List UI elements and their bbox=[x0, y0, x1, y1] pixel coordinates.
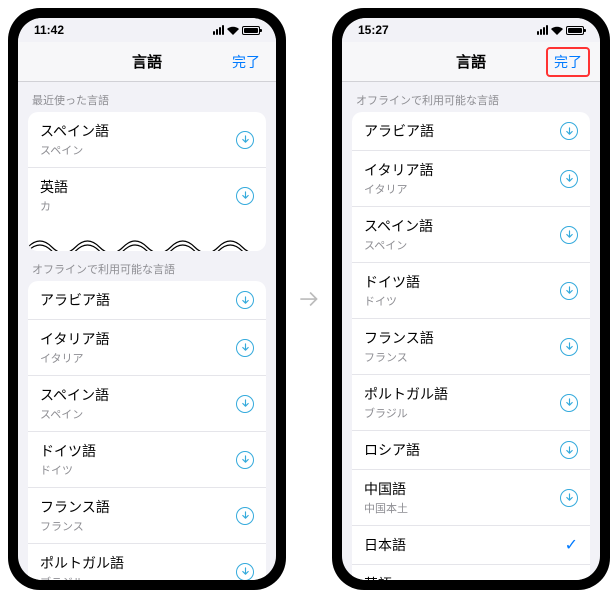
status-bar: 11:42 bbox=[18, 18, 276, 42]
language-sub: フランス bbox=[364, 349, 434, 365]
done-button[interactable]: 完了 bbox=[226, 49, 266, 75]
language-name: ドイツ語 bbox=[364, 272, 420, 292]
language-name: アラビア語 bbox=[364, 121, 434, 141]
language-row[interactable]: スペイン語スペイン bbox=[28, 112, 266, 168]
download-icon[interactable] bbox=[560, 441, 578, 459]
download-icon[interactable] bbox=[560, 226, 578, 244]
language-name: ポルトガル語 bbox=[364, 384, 448, 404]
section-recent-header: 最近使った言語 bbox=[18, 82, 276, 112]
language-row[interactable]: スペイン語スペイン bbox=[28, 376, 266, 432]
download-icon[interactable] bbox=[236, 451, 254, 469]
language-name: スペイン語 bbox=[40, 385, 109, 405]
language-sub: ドイツ bbox=[364, 293, 420, 309]
language-sub: フランス bbox=[40, 518, 110, 534]
signal-icon bbox=[537, 25, 548, 35]
battery-icon bbox=[242, 26, 260, 35]
language-sub: ブラジル bbox=[40, 574, 124, 580]
language-sub: スペイン bbox=[40, 142, 109, 158]
language-row[interactable]: ポルトガル語ブラジル bbox=[28, 544, 266, 580]
download-icon[interactable] bbox=[236, 395, 254, 413]
language-name: アラビア語 bbox=[40, 290, 110, 310]
language-row[interactable]: 日本語 ✓ bbox=[352, 526, 590, 565]
time: 11:42 bbox=[34, 23, 64, 37]
language-row[interactable]: 英語カ bbox=[28, 168, 266, 223]
language-name: イタリア語 bbox=[40, 329, 109, 349]
language-name: ドイツ語 bbox=[40, 441, 96, 461]
download-icon[interactable] bbox=[236, 563, 254, 581]
check-icon: ✓ bbox=[565, 535, 578, 555]
status-bar: 15:27 bbox=[342, 18, 600, 42]
phone-right: 15:27 言語 完了 オフラインで利用可能な言語 アラビア語イタリア語イタリア… bbox=[332, 8, 610, 590]
download-icon[interactable] bbox=[236, 187, 254, 205]
language-sub: ドイツ bbox=[40, 462, 96, 478]
time: 15:27 bbox=[358, 23, 389, 37]
language-name: ポルトガル語 bbox=[40, 553, 124, 573]
transition-arrow-icon bbox=[294, 286, 324, 312]
language-name: フランス語 bbox=[364, 328, 434, 348]
language-sub: 中国本土 bbox=[364, 500, 408, 516]
language-row[interactable]: 英語英国 bbox=[352, 565, 590, 580]
wifi-icon bbox=[227, 26, 239, 35]
language-sub: スペイン bbox=[364, 237, 433, 253]
language-name: 中国語 bbox=[364, 479, 408, 499]
language-name: 日本語 bbox=[364, 535, 406, 555]
download-icon[interactable] bbox=[236, 339, 254, 357]
download-icon[interactable] bbox=[560, 489, 578, 507]
language-name: 英語 bbox=[40, 177, 68, 197]
language-row[interactable]: フランス語フランス bbox=[352, 319, 590, 375]
nav-title: 言語 bbox=[456, 51, 486, 72]
language-row[interactable]: ドイツ語ドイツ bbox=[352, 263, 590, 319]
nav-title: 言語 bbox=[132, 51, 162, 72]
language-row[interactable]: イタリア語イタリア bbox=[28, 320, 266, 376]
download-icon[interactable] bbox=[236, 131, 254, 149]
signal-icon bbox=[213, 25, 224, 35]
download-icon[interactable] bbox=[560, 394, 578, 412]
download-icon[interactable] bbox=[560, 122, 578, 140]
download-icon[interactable] bbox=[560, 170, 578, 188]
language-sub: イタリア bbox=[40, 350, 109, 366]
language-name: フランス語 bbox=[40, 497, 110, 517]
download-icon[interactable] bbox=[560, 282, 578, 300]
download-icon[interactable] bbox=[236, 291, 254, 309]
phone-left: 11:42 言語 完了 最近使った言語 スペイン語スペイン英語カ オフラインで利… bbox=[8, 8, 286, 590]
nav-bar: 言語 完了 bbox=[342, 42, 600, 82]
language-row[interactable]: ドイツ語ドイツ bbox=[28, 432, 266, 488]
language-name: ロシア語 bbox=[364, 440, 420, 460]
language-row[interactable]: アラビア語 bbox=[352, 112, 590, 151]
language-sub: スペイン bbox=[40, 406, 109, 422]
download-icon[interactable] bbox=[560, 338, 578, 356]
language-sub: カ bbox=[40, 198, 68, 214]
done-button[interactable]: 完了 bbox=[546, 47, 590, 77]
language-row[interactable]: フランス語フランス bbox=[28, 488, 266, 544]
download-icon[interactable] bbox=[236, 507, 254, 525]
language-row[interactable]: ポルトガル語ブラジル bbox=[352, 375, 590, 431]
section-offline-header: オフラインで利用可能な言語 bbox=[18, 251, 276, 281]
language-sub: ブラジル bbox=[364, 405, 448, 421]
language-sub: イタリア bbox=[364, 181, 433, 197]
language-name: イタリア語 bbox=[364, 160, 433, 180]
language-row[interactable]: アラビア語 bbox=[28, 281, 266, 320]
battery-icon bbox=[566, 26, 584, 35]
section-offline-header: オフラインで利用可能な言語 bbox=[342, 82, 600, 112]
language-name: 英語 bbox=[364, 574, 392, 580]
language-row[interactable]: イタリア語イタリア bbox=[352, 151, 590, 207]
torn-divider bbox=[28, 223, 266, 251]
nav-bar: 言語 完了 bbox=[18, 42, 276, 82]
wifi-icon bbox=[551, 26, 563, 35]
language-row[interactable]: スペイン語スペイン bbox=[352, 207, 590, 263]
language-row[interactable]: 中国語中国本土 bbox=[352, 470, 590, 526]
language-row[interactable]: ロシア語 bbox=[352, 431, 590, 470]
language-name: スペイン語 bbox=[40, 121, 109, 141]
language-name: スペイン語 bbox=[364, 216, 433, 236]
